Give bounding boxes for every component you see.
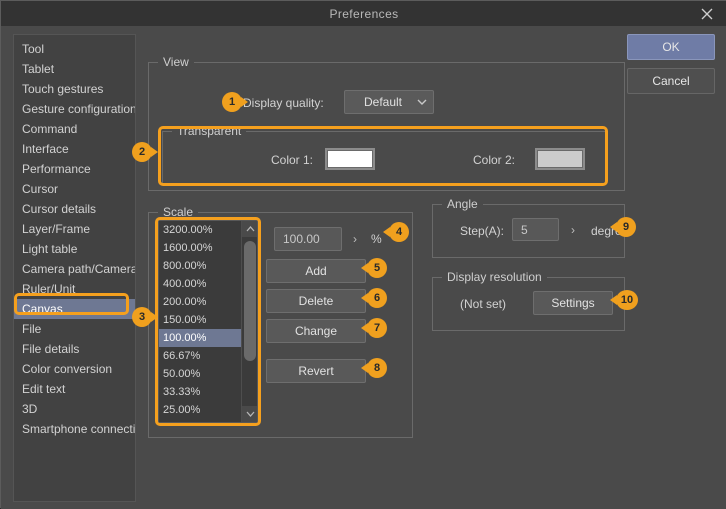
badge-10: 10	[610, 290, 638, 310]
badge-6: 6	[361, 288, 387, 308]
scale-list-item[interactable]: 33.33%	[159, 383, 241, 401]
ok-button[interactable]: OK	[627, 34, 715, 60]
sidebar-item-edit-text[interactable]: Edit text	[14, 379, 135, 399]
scale-change-button[interactable]: Change	[266, 319, 366, 343]
chevron-down-icon	[411, 99, 433, 106]
sidebar-item-smartphone-connection[interactable]: Smartphone connection	[14, 419, 135, 439]
angle-stepper-chevron-right-icon[interactable]: ›	[571, 223, 575, 237]
scale-list-item[interactable]: 66.67%	[159, 347, 241, 365]
title-bar: Preferences	[1, 1, 726, 26]
scale-list-item[interactable]: 100.00%	[159, 329, 241, 347]
scale-list-item[interactable]: 150.00%	[159, 311, 241, 329]
sidebar-item-file-details[interactable]: File details	[14, 339, 135, 359]
sidebar-item-gesture-configuration[interactable]: Gesture configuration	[14, 99, 135, 119]
transparent-group-title: Transparent	[172, 124, 247, 138]
scale-list-scrollbar[interactable]	[241, 221, 257, 422]
sidebar-item-interface[interactable]: Interface	[14, 139, 135, 159]
transparent-group: Transparent Color 1: Color 2:	[162, 124, 606, 185]
scale-value-input[interactable]: 100.00	[274, 227, 342, 251]
display-quality-label: Display quality:	[243, 96, 324, 110]
scale-list-item[interactable]: 400.00%	[159, 275, 241, 293]
close-icon[interactable]	[691, 1, 723, 26]
sidebar-item-command[interactable]: Command	[14, 119, 135, 139]
scale-list-item[interactable]: 3200.00%	[159, 221, 241, 239]
color2-label: Color 2:	[473, 153, 516, 167]
sidebar-item-color-conversion[interactable]: Color conversion	[14, 359, 135, 379]
scale-list-item[interactable]: 50.00%	[159, 365, 241, 383]
view-group: View Display quality: Default Transparen…	[148, 55, 625, 191]
scale-unit-label: %	[371, 232, 382, 246]
display-resolution-group-title: Display resolution	[442, 270, 547, 284]
color2-swatch[interactable]	[535, 148, 585, 170]
sidebar-item-layer-frame[interactable]: Layer/Frame	[14, 219, 135, 239]
scale-list-items[interactable]: 3200.00% 1600.00% 800.00% 400.00% 200.00% 150…	[159, 221, 241, 422]
scale-listbox[interactable]: 3200.00% 1600.00% 800.00% 400.00% 200.00% 150…	[158, 220, 258, 423]
display-resolution-settings-button[interactable]: Settings	[533, 291, 613, 315]
scale-list-item[interactable]: 25.00%	[159, 401, 241, 419]
scale-stepper-chevron-right-icon[interactable]: ›	[353, 232, 357, 246]
sidebar-item-camera-path-camera[interactable]: Camera path/Camera	[14, 259, 135, 279]
scale-list-item[interactable]: 200.00%	[159, 293, 241, 311]
badge-1: 1	[222, 92, 248, 112]
cancel-button[interactable]: Cancel	[627, 68, 715, 94]
scale-add-button[interactable]: Add	[266, 259, 366, 283]
badge-3: 3	[132, 307, 158, 327]
chevron-up-icon[interactable]	[242, 221, 257, 237]
badge-7: 7	[361, 318, 387, 338]
scale-revert-button[interactable]: Revert	[266, 359, 366, 383]
display-quality-value: Default	[363, 95, 403, 109]
sidebar-item-canvas[interactable]: Canvas	[14, 299, 135, 319]
sidebar-item-tablet[interactable]: Tablet	[14, 59, 135, 79]
color1-swatch-fill	[327, 150, 373, 168]
dialog-body: Tool Tablet Touch gestures Gesture configur…	[1, 26, 726, 509]
display-quality-select[interactable]: Default	[344, 90, 434, 114]
sidebar-item-cursor-details[interactable]: Cursor details	[14, 199, 135, 219]
preferences-dialog: Preferences Tool Tablet Touch gestures Gest…	[0, 0, 726, 509]
angle-group-title: Angle	[442, 197, 483, 211]
display-resolution-group: Display resolution (Not set) Settings	[432, 270, 625, 331]
color1-label: Color 1:	[271, 153, 314, 167]
category-sidebar[interactable]: Tool Tablet Touch gestures Gesture configur…	[13, 34, 136, 502]
badge-5: 5	[361, 258, 387, 278]
scale-group-title: Scale	[158, 205, 199, 219]
scale-list-item[interactable]: 1600.00%	[159, 239, 241, 257]
color2-swatch-fill	[537, 150, 583, 168]
badge-4: 4	[383, 222, 409, 242]
scrollbar-thumb[interactable]	[244, 241, 256, 361]
angle-step-input[interactable]: 5	[512, 218, 559, 241]
sidebar-item-file[interactable]: File	[14, 319, 135, 339]
badge-8: 8	[361, 358, 387, 378]
scale-list-item[interactable]: 800.00%	[159, 257, 241, 275]
sidebar-item-tool[interactable]: Tool	[14, 39, 135, 59]
sidebar-item-light-table[interactable]: Light table	[14, 239, 135, 259]
window-title: Preferences	[329, 6, 399, 21]
sidebar-item-touch-gestures[interactable]: Touch gestures	[14, 79, 135, 99]
color1-swatch[interactable]	[325, 148, 375, 170]
sidebar-item-3d[interactable]: 3D	[14, 399, 135, 419]
display-resolution-status: (Not set)	[460, 297, 507, 311]
badge-2: 2	[132, 142, 158, 162]
angle-group: Angle Step(A): 5 › degree	[432, 197, 628, 258]
scale-delete-button[interactable]: Delete	[266, 289, 366, 313]
angle-step-label: Step(A):	[460, 224, 505, 238]
sidebar-item-ruler-unit[interactable]: Ruler/Unit	[14, 279, 135, 299]
chevron-down-icon[interactable]	[242, 406, 257, 422]
sidebar-item-cursor[interactable]: Cursor	[14, 179, 135, 199]
view-group-title: View	[158, 55, 194, 69]
sidebar-item-performance[interactable]: Performance	[14, 159, 135, 179]
badge-9: 9	[610, 217, 636, 237]
